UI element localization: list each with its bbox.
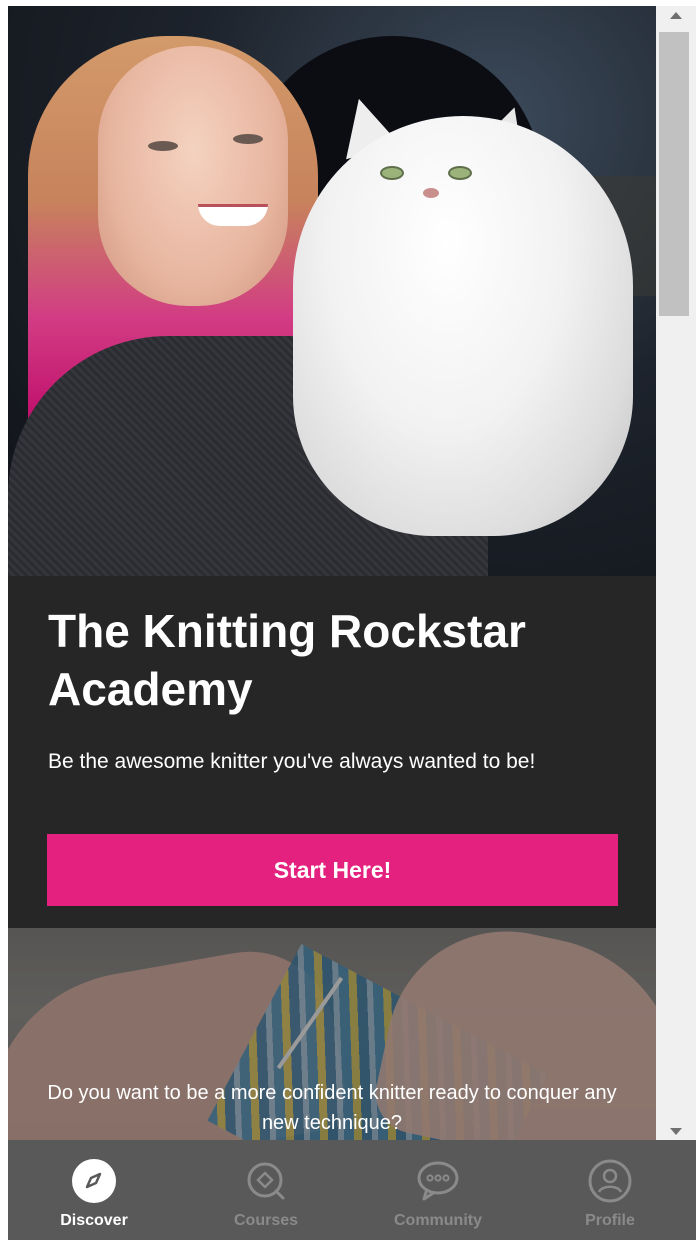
page-subtitle: Be the awesome knitter you've always wan… bbox=[48, 750, 536, 773]
nav-item-profile[interactable]: Profile bbox=[524, 1140, 696, 1240]
nav-item-courses[interactable]: Courses bbox=[180, 1140, 352, 1240]
nav-label-courses: Courses bbox=[233, 1212, 299, 1229]
user-icon bbox=[587, 1158, 633, 1204]
nav-item-discover[interactable]: Discover bbox=[8, 1140, 180, 1240]
chat-bubble-icon bbox=[415, 1158, 461, 1204]
scroll-up-arrow-icon[interactable] bbox=[670, 12, 682, 19]
app-frame: The Knitting Rockstar Academy Be the awe… bbox=[8, 6, 696, 1240]
banner-text: Do you want to be a more confident knitt… bbox=[47, 1082, 617, 1134]
nav-label-discover: Discover bbox=[60, 1212, 128, 1229]
scrollbar[interactable] bbox=[656, 6, 696, 1140]
start-here-button[interactable]: Start Here! bbox=[47, 834, 618, 906]
scroll-content[interactable]: The Knitting Rockstar Academy Be the awe… bbox=[8, 6, 656, 1140]
nav-label-community: Community bbox=[394, 1212, 482, 1229]
nav-item-community[interactable]: Community bbox=[352, 1140, 524, 1240]
page-title: The Knitting Rockstar Academy bbox=[48, 605, 526, 715]
nav-label-profile: Profile bbox=[585, 1212, 635, 1229]
bottom-nav: Discover Courses Community Profile bbox=[8, 1140, 696, 1240]
compass-icon bbox=[71, 1158, 117, 1204]
courses-icon bbox=[243, 1158, 289, 1204]
hero-image bbox=[8, 6, 656, 576]
intro-section: The Knitting Rockstar Academy Be the awe… bbox=[8, 576, 656, 928]
scroll-thumb[interactable] bbox=[659, 32, 689, 316]
knitting-banner: Do you want to be a more confident knitt… bbox=[8, 928, 656, 1140]
scroll-down-arrow-icon[interactable] bbox=[670, 1128, 682, 1135]
